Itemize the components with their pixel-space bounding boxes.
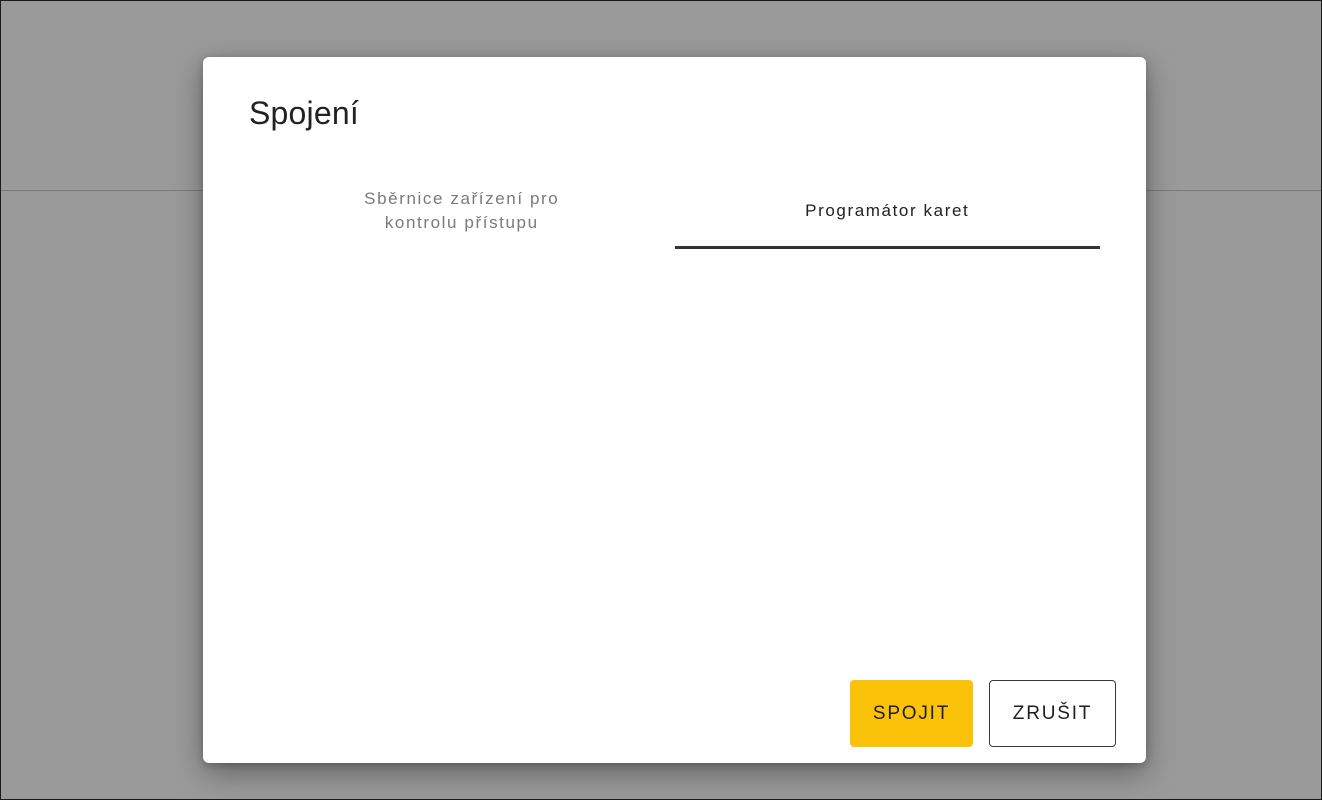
tab-access-control-bus-label: Sběrnice zařízení pro kontrolu přístupu: [364, 189, 560, 232]
connection-dialog: Spojení Sběrnice zařízení pro kontrolu p…: [203, 57, 1146, 763]
cancel-button[interactable]: ZRUŠIT: [989, 680, 1116, 747]
dialog-title: Spojení: [249, 95, 359, 131]
tab-bar: Sběrnice zařízení pro kontrolu přístupu …: [249, 173, 1100, 249]
dialog-actions: SPOJIT ZRUŠIT: [850, 680, 1116, 747]
tab-card-programmer-label: Programátor karet: [805, 201, 970, 220]
tab-access-control-bus[interactable]: Sběrnice zařízení pro kontrolu přístupu: [249, 173, 675, 249]
tab-content-panel: [249, 257, 1100, 657]
tab-card-programmer[interactable]: Programátor karet: [674, 173, 1101, 249]
connect-button[interactable]: SPOJIT: [850, 680, 973, 747]
app-screen: Spojení Sběrnice zařízení pro kontrolu p…: [0, 0, 1322, 800]
